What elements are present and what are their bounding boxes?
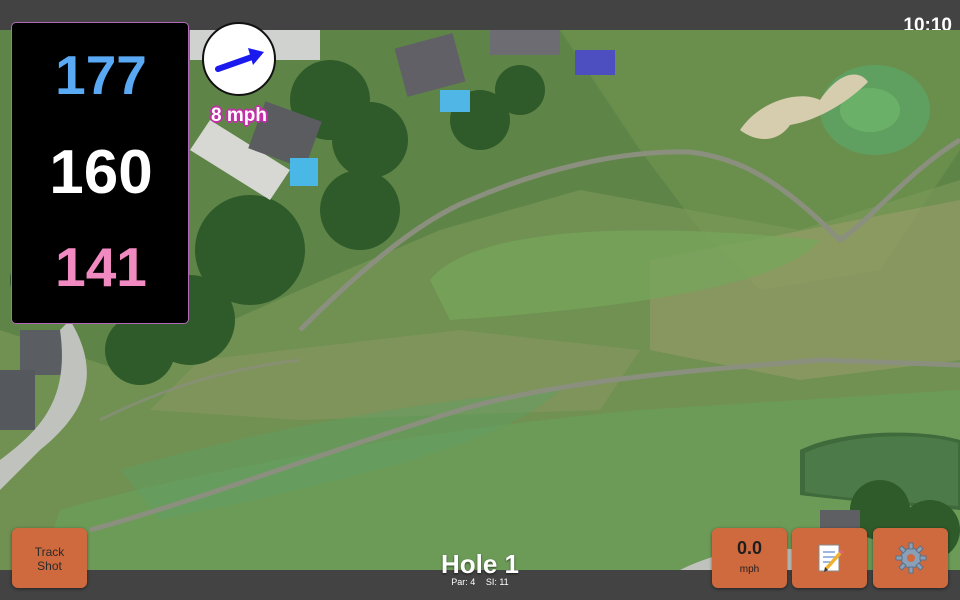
speed-button[interactable]: 0.0 mph xyxy=(712,528,787,588)
hole-info: Par: 4 SI: 11 xyxy=(380,577,580,587)
hole-par: Par: 4 xyxy=(451,577,476,587)
track-shot-button[interactable]: Track Shot xyxy=(12,528,87,588)
wind-direction-indicator xyxy=(202,22,276,96)
hole-stroke-index: SI: 11 xyxy=(485,577,509,587)
back-distance: 177 xyxy=(55,44,147,106)
wind-speed-label: 8 mph xyxy=(211,105,267,126)
notepad-icon xyxy=(818,544,844,572)
distance-panel: 177 160 141 xyxy=(11,22,189,324)
speed-value: 0.0 xyxy=(736,538,763,558)
wind-arrow-icon xyxy=(215,48,264,72)
front-distance: 141 xyxy=(55,236,147,298)
notes-button[interactable] xyxy=(792,528,867,588)
track-shot-label-line2: Shot xyxy=(37,559,62,573)
gear-icon xyxy=(895,542,927,574)
settings-button[interactable] xyxy=(873,528,948,588)
hole-title: Hole 1 xyxy=(440,549,520,579)
middle-distance: 160 xyxy=(49,138,153,207)
track-shot-label-line1: Track xyxy=(34,545,65,559)
speed-unit: mph xyxy=(739,564,760,575)
